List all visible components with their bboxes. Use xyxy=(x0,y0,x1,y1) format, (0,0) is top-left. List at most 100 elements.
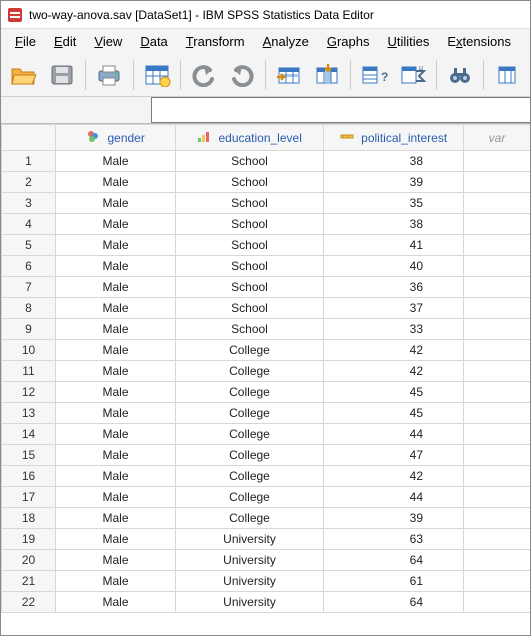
cell-education[interactable]: University xyxy=(176,571,324,592)
row-header[interactable]: 13 xyxy=(2,403,56,424)
cell-empty[interactable] xyxy=(464,466,531,487)
row-header[interactable]: 16 xyxy=(2,466,56,487)
row-header[interactable]: 11 xyxy=(2,361,56,382)
cell-gender[interactable]: Male xyxy=(56,256,176,277)
cell-education[interactable]: College xyxy=(176,403,324,424)
menu-graphs[interactable]: Graphs xyxy=(319,31,378,52)
cell-political[interactable]: 61 xyxy=(324,571,464,592)
cell-political[interactable]: 42 xyxy=(324,361,464,382)
cell-gender[interactable]: Male xyxy=(56,424,176,445)
cell-empty[interactable] xyxy=(464,550,531,571)
cell-gender[interactable]: Male xyxy=(56,340,176,361)
row-header[interactable]: 4 xyxy=(2,214,56,235)
cell-education[interactable]: College xyxy=(176,340,324,361)
cell-education[interactable]: College xyxy=(176,487,324,508)
data-grid[interactable]: gender education_level political_interes… xyxy=(1,123,530,635)
cell-empty[interactable] xyxy=(464,424,531,445)
cell-education[interactable]: University xyxy=(176,529,324,550)
menu-analyze[interactable]: Analyze xyxy=(255,31,317,52)
col-header-gender[interactable]: gender xyxy=(56,125,176,151)
insert-cases-button[interactable] xyxy=(490,57,524,93)
cell-education[interactable]: College xyxy=(176,466,324,487)
cell-education[interactable]: College xyxy=(176,445,324,466)
cell-political[interactable]: 39 xyxy=(324,172,464,193)
cell-education[interactable]: School xyxy=(176,193,324,214)
menu-file[interactable]: File xyxy=(7,31,44,52)
cell-political[interactable]: 45 xyxy=(324,403,464,424)
cell-education[interactable]: College xyxy=(176,424,324,445)
row-header[interactable]: 12 xyxy=(2,382,56,403)
cell-political[interactable]: 38 xyxy=(324,214,464,235)
row-header[interactable]: 20 xyxy=(2,550,56,571)
redo-button[interactable] xyxy=(225,57,259,93)
row-header[interactable]: 7 xyxy=(2,277,56,298)
cell-political[interactable]: 44 xyxy=(324,487,464,508)
variables-button[interactable]: ? xyxy=(357,57,391,93)
cell-political[interactable]: 64 xyxy=(324,592,464,613)
menu-data[interactable]: Data xyxy=(132,31,175,52)
cell-gender[interactable]: Male xyxy=(56,403,176,424)
cell-education[interactable]: School xyxy=(176,214,324,235)
cell-empty[interactable] xyxy=(464,319,531,340)
cell-empty[interactable] xyxy=(464,592,531,613)
cell-political[interactable]: 47 xyxy=(324,445,464,466)
recall-dialog-button[interactable] xyxy=(139,57,173,93)
print-button[interactable] xyxy=(92,57,126,93)
cell-gender[interactable]: Male xyxy=(56,550,176,571)
row-header[interactable]: 6 xyxy=(2,256,56,277)
row-header[interactable]: 22 xyxy=(2,592,56,613)
cell-empty[interactable] xyxy=(464,193,531,214)
cell-education[interactable]: University xyxy=(176,592,324,613)
goto-case-button[interactable] xyxy=(272,57,306,93)
find-button[interactable] xyxy=(443,57,477,93)
cell-gender[interactable]: Male xyxy=(56,172,176,193)
cell-political[interactable]: 40 xyxy=(324,256,464,277)
row-header[interactable]: 14 xyxy=(2,424,56,445)
cell-empty[interactable] xyxy=(464,172,531,193)
cell-political[interactable]: 38 xyxy=(324,151,464,172)
cell-political[interactable]: 42 xyxy=(324,466,464,487)
cell-political[interactable]: 35 xyxy=(324,193,464,214)
cell-empty[interactable] xyxy=(464,508,531,529)
corner-cell[interactable] xyxy=(2,125,56,151)
cell-education[interactable]: School xyxy=(176,151,324,172)
cell-empty[interactable] xyxy=(464,277,531,298)
cell-empty[interactable] xyxy=(464,382,531,403)
cell-empty[interactable] xyxy=(464,529,531,550)
menu-view[interactable]: View xyxy=(86,31,130,52)
cell-gender[interactable]: Male xyxy=(56,277,176,298)
cell-empty[interactable] xyxy=(464,445,531,466)
cell-gender[interactable]: Male xyxy=(56,151,176,172)
col-header-education[interactable]: education_level xyxy=(176,125,324,151)
cell-gender[interactable]: Male xyxy=(56,571,176,592)
cell-empty[interactable] xyxy=(464,151,531,172)
cell-political[interactable]: 33 xyxy=(324,319,464,340)
row-header[interactable]: 8 xyxy=(2,298,56,319)
cell-gender[interactable]: Male xyxy=(56,235,176,256)
col-header-empty[interactable]: var xyxy=(464,125,531,151)
row-header[interactable]: 1 xyxy=(2,151,56,172)
cell-education[interactable]: College xyxy=(176,382,324,403)
cell-empty[interactable] xyxy=(464,298,531,319)
cell-gender[interactable]: Male xyxy=(56,382,176,403)
cell-education[interactable]: College xyxy=(176,508,324,529)
cell-gender[interactable]: Male xyxy=(56,319,176,340)
row-header[interactable]: 10 xyxy=(2,340,56,361)
cell-gender[interactable]: Male xyxy=(56,361,176,382)
row-header[interactable]: 5 xyxy=(2,235,56,256)
cell-gender[interactable]: Male xyxy=(56,298,176,319)
cell-education[interactable]: College xyxy=(176,361,324,382)
cell-gender[interactable]: Male xyxy=(56,508,176,529)
cell-gender[interactable]: Male xyxy=(56,487,176,508)
row-header[interactable]: 18 xyxy=(2,508,56,529)
cell-political[interactable]: 64 xyxy=(324,550,464,571)
cell-political[interactable]: 45 xyxy=(324,382,464,403)
cell-political[interactable]: 39 xyxy=(324,508,464,529)
cell-gender[interactable]: Male xyxy=(56,445,176,466)
save-button[interactable] xyxy=(45,57,79,93)
cell-gender[interactable]: Male xyxy=(56,466,176,487)
cell-empty[interactable] xyxy=(464,340,531,361)
cell-political[interactable]: 41 xyxy=(324,235,464,256)
cell-political[interactable]: 37 xyxy=(324,298,464,319)
cell-empty[interactable] xyxy=(464,403,531,424)
